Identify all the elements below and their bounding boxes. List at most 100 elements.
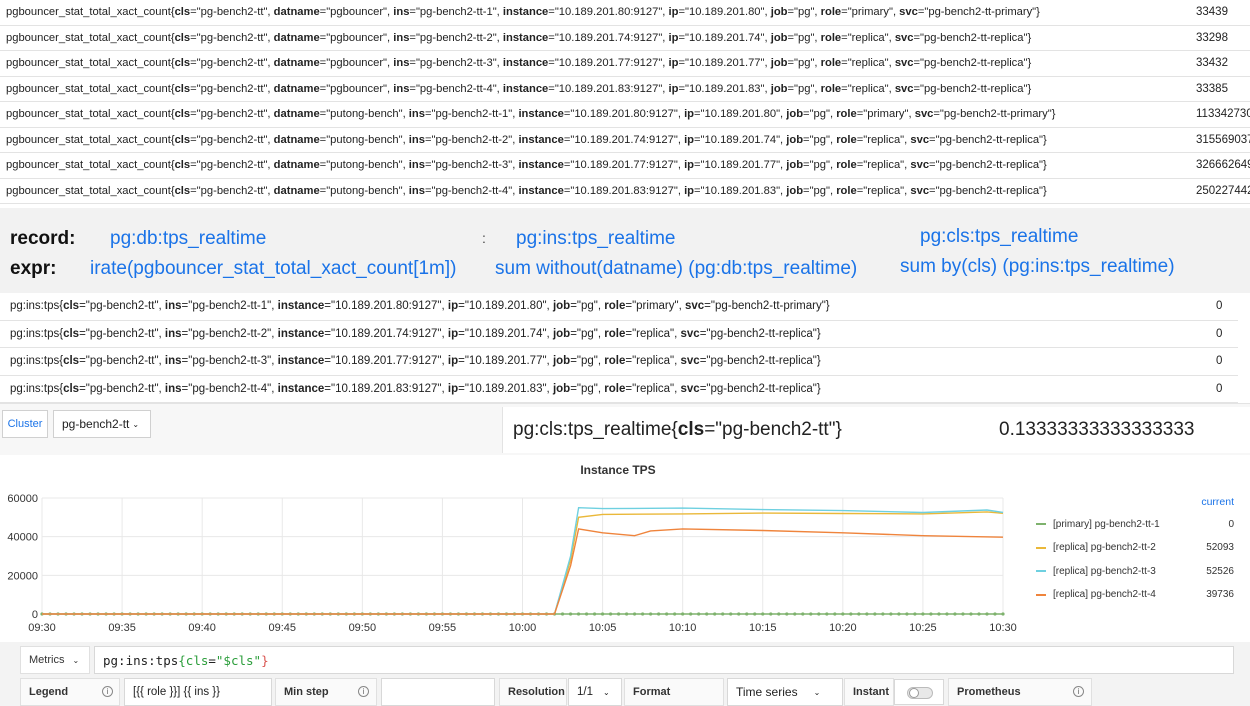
rule-cls-record: pg:cls:tps_realtime (920, 226, 1079, 247)
label-value: ="pg-bench2-tt", (79, 327, 165, 340)
legend-swatch (1036, 546, 1046, 549)
metric-name: pgbouncer_stat_total_xact_count (6, 159, 171, 172)
label-key: svc (910, 159, 930, 172)
info-icon[interactable]: i (358, 686, 369, 697)
metrics-dropdown[interactable]: Metrics ⌄ (20, 646, 90, 674)
label-value: ="pgbouncer", (319, 57, 394, 70)
metric-name: pgbouncer_stat_total_xact_count (6, 57, 171, 70)
label-key: svc (894, 31, 914, 44)
label-value: ="pg", (787, 31, 821, 44)
series-point (929, 612, 933, 616)
label-value: ="pg", (803, 184, 837, 197)
label-key: datname (273, 108, 320, 121)
legend-item[interactable]: [replica] pg-bench2-tt-2 52093 (1030, 538, 1240, 558)
x-tick-label: 10:00 (509, 622, 537, 634)
label-key: datname (273, 184, 320, 197)
chevron-down-icon: ⌄ (813, 687, 821, 697)
legend-item[interactable]: [primary] pg-bench2-tt-1 0 (1030, 514, 1240, 534)
label-key: cls (174, 57, 191, 70)
x-tick-label: 10:05 (589, 622, 617, 634)
label-key: ins (408, 184, 425, 197)
series-point (576, 612, 581, 616)
label-key: job (770, 82, 788, 95)
expr-label: expr: (10, 258, 57, 279)
label-key: job (786, 108, 804, 121)
series-point (889, 612, 893, 616)
label-value: ="primary", (841, 6, 900, 19)
series-point (761, 612, 765, 616)
series-label: pg:ins:tps{cls="pg-bench2-tt", ins="pg-b… (10, 355, 821, 368)
legend-item[interactable]: [replica] pg-bench2-tt-4 39736 (1030, 585, 1240, 605)
label-value: ="pg-bench2-tt-1", (181, 300, 278, 313)
format-select[interactable]: Time series ⌄ (727, 678, 843, 706)
label-value: ="pg-bench2-tt", (190, 82, 274, 95)
series-value: 0 (1216, 327, 1223, 340)
query-input[interactable]: pg:ins:tps{cls = "$cls"} (94, 646, 1234, 674)
series-point (608, 612, 613, 616)
label-value: ="pg", (570, 327, 605, 340)
label-value: ="pg-bench2-tt", (79, 382, 165, 395)
label-key: cls (174, 159, 191, 172)
series-point (737, 612, 741, 616)
label-key: ins (408, 133, 425, 146)
x-tick-label: 09:45 (268, 622, 296, 634)
label-key: ip (668, 82, 679, 95)
min-step-input[interactable] (381, 678, 495, 706)
metric-name: pg:ins:tps (10, 327, 60, 340)
label-key: ip (668, 31, 679, 44)
legend-label-text: Legend (29, 686, 69, 698)
label-key: instance (518, 133, 564, 146)
cluster-select[interactable]: pg-bench2-tt ⌄ (53, 410, 151, 438)
series-point (857, 612, 861, 616)
table-row: pgbouncer_stat_total_xact_count{cls="pg-… (0, 128, 1250, 153)
metric-table: pgbouncer_stat_total_xact_count{cls="pg-… (0, 0, 1250, 204)
legend-item[interactable]: [replica] pg-bench2-tt-3 52526 (1030, 561, 1240, 581)
legend-series-name: [replica] pg-bench2-tt-2 (1053, 542, 1156, 553)
cls-label-key: cls (677, 419, 705, 440)
legend-format-input[interactable]: [{{ role }}] {{ ins }} (124, 678, 272, 706)
label-value: ="pg-bench2-tt-3", (181, 355, 278, 368)
series-point (729, 612, 733, 616)
label-value: ="putong-bench", (319, 108, 409, 121)
label-value: ="10.189.201.80:9127", (563, 108, 685, 121)
resolution-select[interactable]: 1/1 ⌄ (568, 678, 622, 706)
table-row: pgbouncer_stat_total_xact_count{cls="pg-… (0, 26, 1250, 51)
table-row: pgbouncer_stat_total_xact_count{cls="pg-… (0, 51, 1250, 77)
prometheus-text: Prometheus (957, 686, 1021, 698)
series-point (665, 612, 669, 616)
label-value: ="pg-bench2-tt-replica" (699, 327, 817, 340)
min-step-text: Min step (284, 686, 329, 698)
toggle-track (907, 687, 933, 699)
label-value: ="10.189.201.74:9127", (563, 133, 685, 146)
label-key: cls (174, 6, 191, 19)
label-value: ="pg-bench2-tt-replica" (929, 159, 1044, 172)
rule-ins-expr: sum without(datname) (pg:db:tps_realtime… (495, 258, 858, 279)
series-value: 33298 (1196, 31, 1228, 44)
format-value: Time series (736, 685, 798, 699)
series-point (985, 612, 989, 616)
label-key: svc (914, 108, 934, 121)
label-key: role (604, 382, 626, 395)
info-icon[interactable]: i (1073, 686, 1084, 697)
label-value: ="putong-bench", (319, 133, 409, 146)
legend-series-name: [primary] pg-bench2-tt-1 (1053, 518, 1160, 530)
instant-toggle[interactable] (894, 679, 944, 705)
info-icon[interactable]: i (102, 686, 113, 697)
label-value: ="pg", (803, 133, 837, 146)
series-point (649, 612, 653, 616)
label-value: ="primary", (625, 300, 685, 313)
series-point (817, 612, 821, 616)
series-point (560, 612, 565, 616)
series-point (657, 612, 661, 616)
series-label: pgbouncer_stat_total_xact_count{cls="pg-… (6, 57, 1032, 70)
label-key: cls (174, 31, 191, 44)
label-key: ip (684, 159, 695, 172)
label-key: role (820, 6, 842, 19)
instant-text: Instant (853, 686, 890, 698)
series-point (617, 612, 621, 616)
label-key: ins (164, 382, 182, 395)
series-point (592, 612, 597, 616)
query-eq: = (208, 652, 216, 668)
series-point (905, 612, 909, 616)
label-value: ="pg-bench2-tt", (190, 159, 274, 172)
